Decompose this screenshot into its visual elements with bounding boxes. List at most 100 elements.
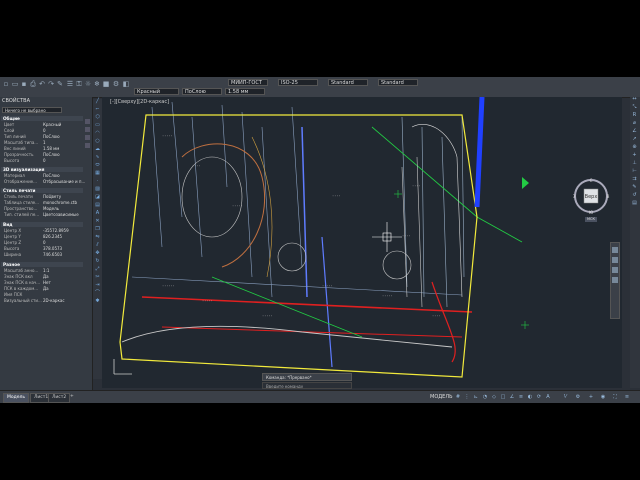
osnap-icon[interactable]: □ (500, 394, 506, 400)
workspace-gear-icon[interactable]: ⚙ (575, 394, 581, 400)
section-general[interactable]: Общие (1, 116, 83, 121)
new-icon[interactable]: ▫ (2, 80, 10, 88)
save-icon[interactable]: ▪ (20, 80, 28, 88)
selection-cycle-icon[interactable]: ⟳ (536, 394, 542, 400)
open-icon[interactable]: ▭ (11, 80, 19, 88)
leader-icon[interactable]: ↗ (632, 137, 637, 142)
viewport-controls-label[interactable]: [-][Сверху][2D-каркас] (110, 99, 169, 105)
mirror-icon[interactable]: ⇋ (95, 235, 100, 240)
prop-row[interactable]: Ширина 746.6503 (1, 252, 83, 258)
cloud-icon[interactable]: ☁ (95, 147, 100, 152)
continue-icon[interactable]: ⊢ (632, 169, 637, 174)
polar-icon[interactable]: ◔ (482, 394, 488, 400)
linetype-dropdown[interactable]: ПоСлою (182, 88, 222, 95)
palette-close-icon[interactable] (85, 143, 90, 148)
erase-icon[interactable]: ✕ (95, 219, 100, 224)
angular-icon[interactable]: ∠ (632, 129, 637, 134)
section-plot-style[interactable]: Стиль печати (1, 188, 83, 193)
zoom-icon[interactable] (612, 267, 618, 273)
tab-model[interactable]: Модель (3, 393, 30, 403)
prop-row[interactable]: Отображение... Отбрасывание и п... (1, 179, 85, 185)
color-icon[interactable]: ■ (102, 80, 110, 88)
table-style-dropdown[interactable]: Standard (328, 79, 368, 86)
fillet-icon[interactable]: ⌒ (95, 291, 100, 296)
layer-state-icon[interactable]: ◧ (122, 80, 130, 88)
orbit-icon[interactable] (612, 277, 618, 283)
line-icon[interactable]: ╱ (95, 99, 100, 104)
arc-icon[interactable]: ◠ (95, 131, 100, 136)
isodraft-icon[interactable]: ◇ (491, 394, 497, 400)
annomonitor-icon[interactable]: + (588, 394, 594, 400)
polyline-icon[interactable]: ⌐ (95, 107, 100, 112)
trim-icon[interactable]: ✂ (95, 275, 100, 280)
dim-update-icon[interactable]: ↺ (632, 193, 637, 198)
prop-row[interactable]: Высота 0 (1, 158, 83, 164)
drawing-canvas[interactable]: ····· ···· ····· ······ ····· ····· ····· ···… (102, 97, 622, 388)
selection-dropdown[interactable]: Ничего не выбрано (2, 107, 62, 113)
offset-icon[interactable]: ⫽ (95, 243, 100, 248)
quick-select-icon[interactable] (85, 119, 90, 124)
layer-icon[interactable]: ☰ (66, 80, 74, 88)
hatch-icon[interactable]: ▨ (95, 187, 100, 192)
sun-icon[interactable]: ☼ (84, 80, 92, 88)
color-dropdown[interactable]: Красный (134, 88, 179, 95)
ellipse-icon[interactable]: ⬭ (95, 163, 100, 168)
select-objects-icon[interactable] (85, 127, 90, 132)
customize-icon[interactable]: ≡ (624, 394, 630, 400)
model-space-button[interactable]: МОДЕЛЬ (430, 393, 453, 401)
circle-icon[interactable]: ○ (95, 139, 100, 144)
baseline-icon[interactable]: ⊥ (632, 161, 637, 166)
extend-icon[interactable]: ⇥ (95, 283, 100, 288)
pickadd-icon[interactable] (85, 135, 90, 140)
pan-icon[interactable] (612, 257, 618, 263)
wcs-menu[interactable]: МСК (585, 217, 597, 222)
grid-icon[interactable]: # (455, 394, 461, 400)
transparency-icon[interactable]: ◐ (527, 394, 533, 400)
spline-icon[interactable]: ∿ (95, 155, 100, 160)
center-mark-icon[interactable]: + (632, 153, 637, 158)
fullscreen-icon[interactable]: ⛶ (612, 394, 618, 400)
lock-icon[interactable]: ⚿ (75, 80, 83, 88)
quick-dim-icon[interactable]: ⇉ (632, 177, 637, 182)
ortho-icon[interactable]: ⊾ (473, 394, 479, 400)
freeze-icon[interactable]: ❄ (93, 80, 101, 88)
viewcube[interactable]: Верх С Ю В З (572, 177, 610, 215)
region-icon[interactable]: ◪ (95, 195, 100, 200)
print-icon[interactable]: ⎙ (29, 80, 37, 88)
multileader-style-dropdown[interactable]: Standard (378, 79, 418, 86)
mtext-icon[interactable]: A (95, 211, 100, 216)
block-icon[interactable]: ▦ (95, 171, 100, 176)
rectangle-icon[interactable]: ▭ (95, 123, 100, 128)
command-input[interactable]: Введите команду (262, 382, 352, 389)
copy-icon[interactable]: ❐ (95, 227, 100, 232)
add-layout-button[interactable]: + (67, 393, 77, 401)
lineweight-icon[interactable]: ≡ (518, 394, 524, 400)
dimension-icon[interactable]: ↔ (632, 97, 637, 102)
steering-wheel-icon[interactable] (612, 247, 618, 253)
scale-icon[interactable]: ⤢ (95, 267, 100, 272)
match-icon[interactable]: ✎ (56, 80, 64, 88)
redo-icon[interactable]: ↷ (47, 80, 55, 88)
isolate-icon[interactable]: ◉ (600, 394, 606, 400)
dim-style-dropdown[interactable]: ISO-25 (278, 79, 318, 86)
radius-icon[interactable]: R (632, 113, 637, 118)
dim-style-icon[interactable]: ▤ (632, 201, 637, 206)
annotation-scale-icon[interactable]: ⅟ (562, 394, 568, 400)
prop-row[interactable]: Тип. стилей пе... Цветозависимые (1, 212, 83, 218)
undo-icon[interactable]: ↶ (38, 80, 46, 88)
table-icon[interactable]: ▤ (95, 203, 100, 208)
props-icon[interactable]: ⚙ (112, 80, 120, 88)
rotate-icon[interactable]: ↻ (95, 259, 100, 264)
lineweight-dropdown[interactable]: 1.58 мм (225, 88, 265, 95)
text-style-dropdown[interactable]: МИИП-ГОСТ (228, 79, 268, 86)
section-3d-visualization[interactable]: 3D визуализация (1, 167, 83, 172)
explode-icon[interactable]: ✱ (95, 299, 100, 304)
point-icon[interactable]: · (95, 179, 100, 184)
tolerance-icon[interactable]: ⊕ (632, 145, 637, 150)
prop-row[interactable]: Визуальный сти... 2D-каркас (1, 298, 83, 304)
dim-edit-icon[interactable]: ✎ (632, 185, 637, 190)
diameter-icon[interactable]: ⌀ (632, 121, 637, 126)
annotation-icon[interactable]: A (545, 394, 551, 400)
snap-icon[interactable]: ⋮ (464, 394, 470, 400)
polygon-icon[interactable]: ⬡ (95, 115, 100, 120)
